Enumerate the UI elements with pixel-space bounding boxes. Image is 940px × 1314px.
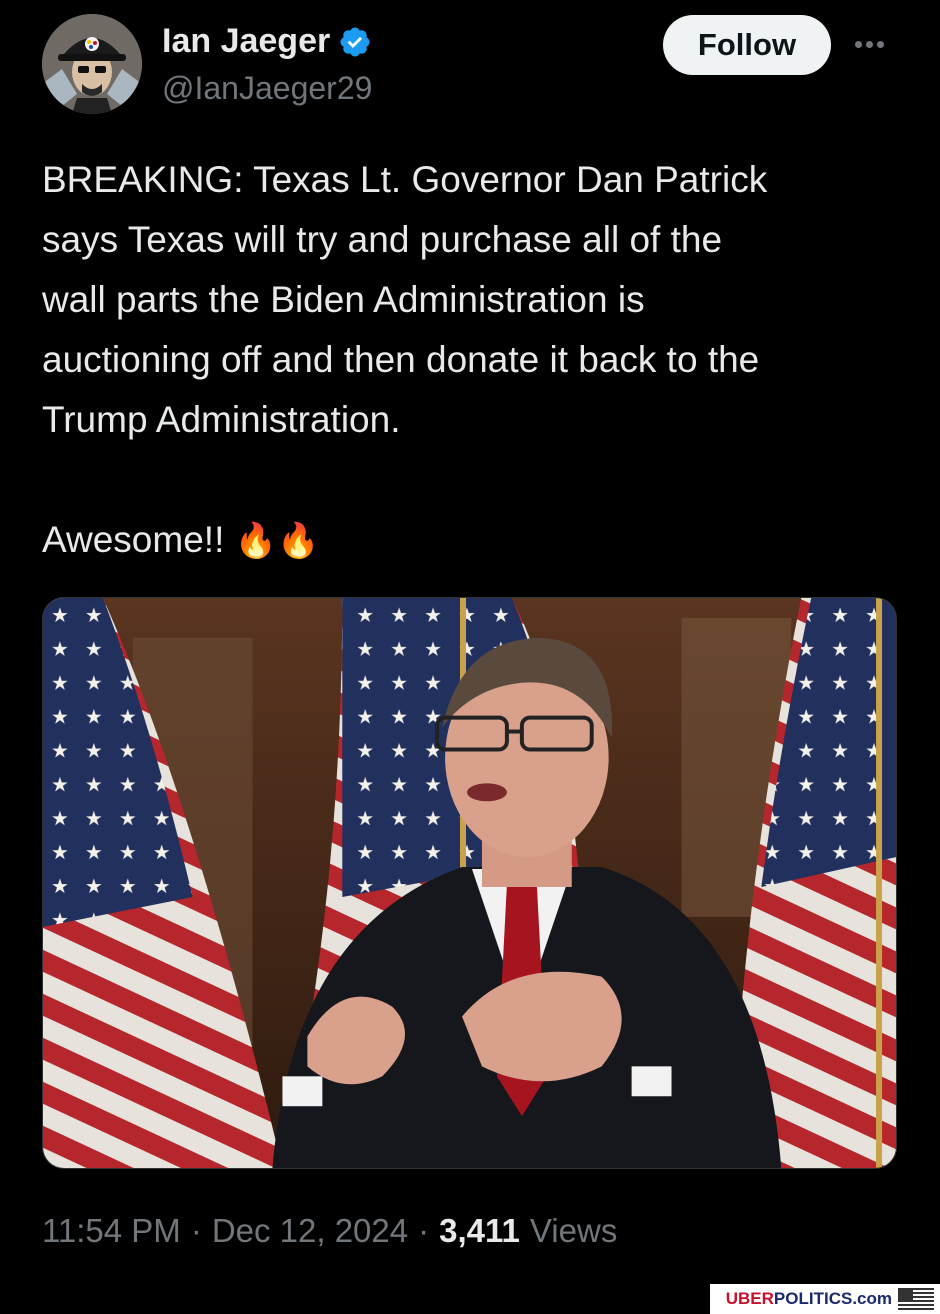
avatar-photo-icon <box>42 14 142 114</box>
tweet-closing-line: Awesome!! 🔥🔥 <box>42 510 912 571</box>
us-flag-icon <box>898 1288 934 1310</box>
tweet-line: BREAKING: Texas Lt. Governor Dan Patrick <box>42 159 768 200</box>
tweet-text: BREAKING: Texas Lt. Governor Dan Patrick… <box>42 150 912 571</box>
tweet-media-photo[interactable]: ★ <box>42 597 897 1169</box>
follow-button[interactable]: Follow <box>663 15 831 75</box>
tweet-line: wall parts the Biden Administration is <box>42 279 645 320</box>
tweet-line: Trump Administration. <box>42 399 401 440</box>
speaker-with-flags-photo: ★ <box>43 598 896 1168</box>
tweet-time[interactable]: 11:54 PM <box>42 1212 181 1250</box>
author-avatar[interactable] <box>42 14 142 114</box>
watermark-politics: POLITICS.com <box>773 1289 892 1308</box>
tweet-closing-text: Awesome!! <box>42 519 225 560</box>
author-name-row: Ian Jaeger <box>162 22 372 61</box>
verified-badge-icon[interactable] <box>338 25 372 59</box>
uberpolitics-watermark: UBERPOLITICS.com <box>710 1284 940 1314</box>
tweet-meta: 11:54 PM · Dec 12, 2024 · 3,411 Views <box>42 1212 617 1250</box>
views-label: Views <box>529 1212 618 1249</box>
views-count: 3,411 <box>439 1212 520 1249</box>
watermark-text: UBERPOLITICS.com <box>726 1289 892 1309</box>
fire-emoji-icon: 🔥🔥 <box>234 522 320 560</box>
tweet-line: auctioning off and then donate it back t… <box>42 339 760 380</box>
meta-separator: · <box>418 1212 430 1249</box>
author-handle[interactable]: @IanJaeger29 <box>162 70 372 107</box>
more-options-icon[interactable] <box>855 32 895 56</box>
tweet-date[interactable]: Dec 12, 2024 <box>212 1212 408 1250</box>
tweet-line: says Texas will try and purchase all of … <box>42 219 723 260</box>
meta-separator: · <box>190 1212 202 1249</box>
author-display-name[interactable]: Ian Jaeger <box>162 22 330 61</box>
watermark-uber: UBER <box>725 1289 774 1308</box>
